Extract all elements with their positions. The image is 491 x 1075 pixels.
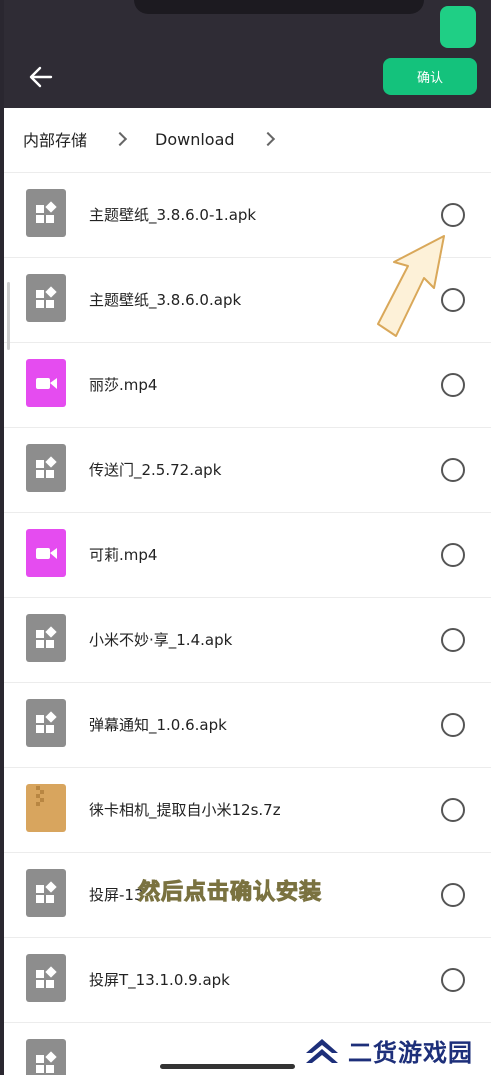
file-row[interactable]: 徕卡相机_提取自小米12s.7z bbox=[4, 767, 491, 852]
back-button[interactable] bbox=[24, 60, 58, 94]
watermark: 二货游戏园 bbox=[292, 1025, 491, 1075]
arrow-left-icon bbox=[29, 66, 53, 88]
apk-file-icon bbox=[26, 274, 66, 322]
file-row[interactable]: 小米不妙·享_1.4.apk bbox=[4, 597, 491, 682]
breadcrumb-download[interactable]: Download bbox=[155, 130, 235, 149]
status-notch bbox=[134, 0, 424, 14]
file-name: 投屏-13 bbox=[89, 886, 144, 904]
file-row[interactable]: 可莉.mp4 bbox=[4, 512, 491, 597]
scrollbar-thumb[interactable] bbox=[7, 282, 10, 350]
breadcrumb: 内部存储 Download bbox=[4, 108, 491, 170]
confirm-button[interactable]: 确认 bbox=[383, 58, 477, 95]
video-file-icon bbox=[26, 359, 66, 407]
pointer-arrow-icon bbox=[377, 235, 445, 337]
file-name: 主题壁纸_3.8.6.0-1.apk bbox=[89, 206, 257, 224]
file-name: 投屏T_13.1.0.9.apk bbox=[89, 971, 230, 989]
file-row[interactable]: 丽莎.mp4 bbox=[4, 342, 491, 427]
file-row[interactable]: 传送门_2.5.72.apk bbox=[4, 427, 491, 512]
file-name: 徕卡相机_提取自小米12s.7z bbox=[89, 801, 281, 819]
video-caption: 然后点击确认安装 bbox=[137, 880, 323, 906]
app-bar: 确认 bbox=[4, 0, 491, 108]
file-name: 丽莎.mp4 bbox=[89, 376, 158, 394]
apk-file-icon bbox=[26, 189, 66, 237]
select-radio[interactable] bbox=[441, 543, 465, 567]
watermark-logo-icon bbox=[306, 1039, 338, 1063]
home-indicator[interactable] bbox=[160, 1064, 295, 1069]
apk-file-icon bbox=[26, 869, 66, 917]
file-name: 小米不妙·享_1.4.apk bbox=[89, 631, 233, 649]
apk-file-icon bbox=[26, 444, 66, 492]
apk-file-icon bbox=[26, 614, 66, 662]
apk-file-icon bbox=[26, 699, 66, 747]
screen: 确认 内部存储 Download 主题壁纸_3.8.6.0-1.apk 主题壁纸_… bbox=[0, 0, 491, 1075]
chevron-right-icon bbox=[260, 131, 275, 147]
select-radio[interactable] bbox=[441, 883, 465, 907]
select-radio[interactable] bbox=[441, 628, 465, 652]
file-name: 主题壁纸_3.8.6.0.apk bbox=[89, 291, 242, 309]
chevron-right-icon bbox=[112, 131, 128, 147]
floating-green-chip bbox=[440, 6, 476, 48]
video-file-icon bbox=[26, 529, 66, 577]
select-radio[interactable] bbox=[441, 713, 465, 737]
apk-file-icon bbox=[26, 954, 66, 1002]
apk-file-icon bbox=[26, 1039, 66, 1075]
file-name: 传送门_2.5.72.apk bbox=[89, 461, 222, 479]
file-row[interactable]: 弹幕通知_1.0.6.apk bbox=[4, 682, 491, 767]
watermark-text: 二货游戏园 bbox=[348, 1038, 473, 1067]
file-name: 弹幕通知_1.0.6.apk bbox=[89, 716, 227, 734]
select-radio[interactable] bbox=[441, 798, 465, 822]
select-radio[interactable] bbox=[441, 458, 465, 482]
breadcrumb-internal-storage[interactable]: 内部存储 bbox=[23, 127, 87, 151]
select-radio[interactable] bbox=[441, 373, 465, 397]
file-name: 可莉.mp4 bbox=[89, 546, 158, 564]
select-radio[interactable] bbox=[441, 203, 465, 227]
archive-file-icon bbox=[26, 784, 66, 832]
file-row[interactable]: 投屏T_13.1.0.9.apk bbox=[4, 937, 491, 1022]
select-radio[interactable] bbox=[441, 968, 465, 992]
